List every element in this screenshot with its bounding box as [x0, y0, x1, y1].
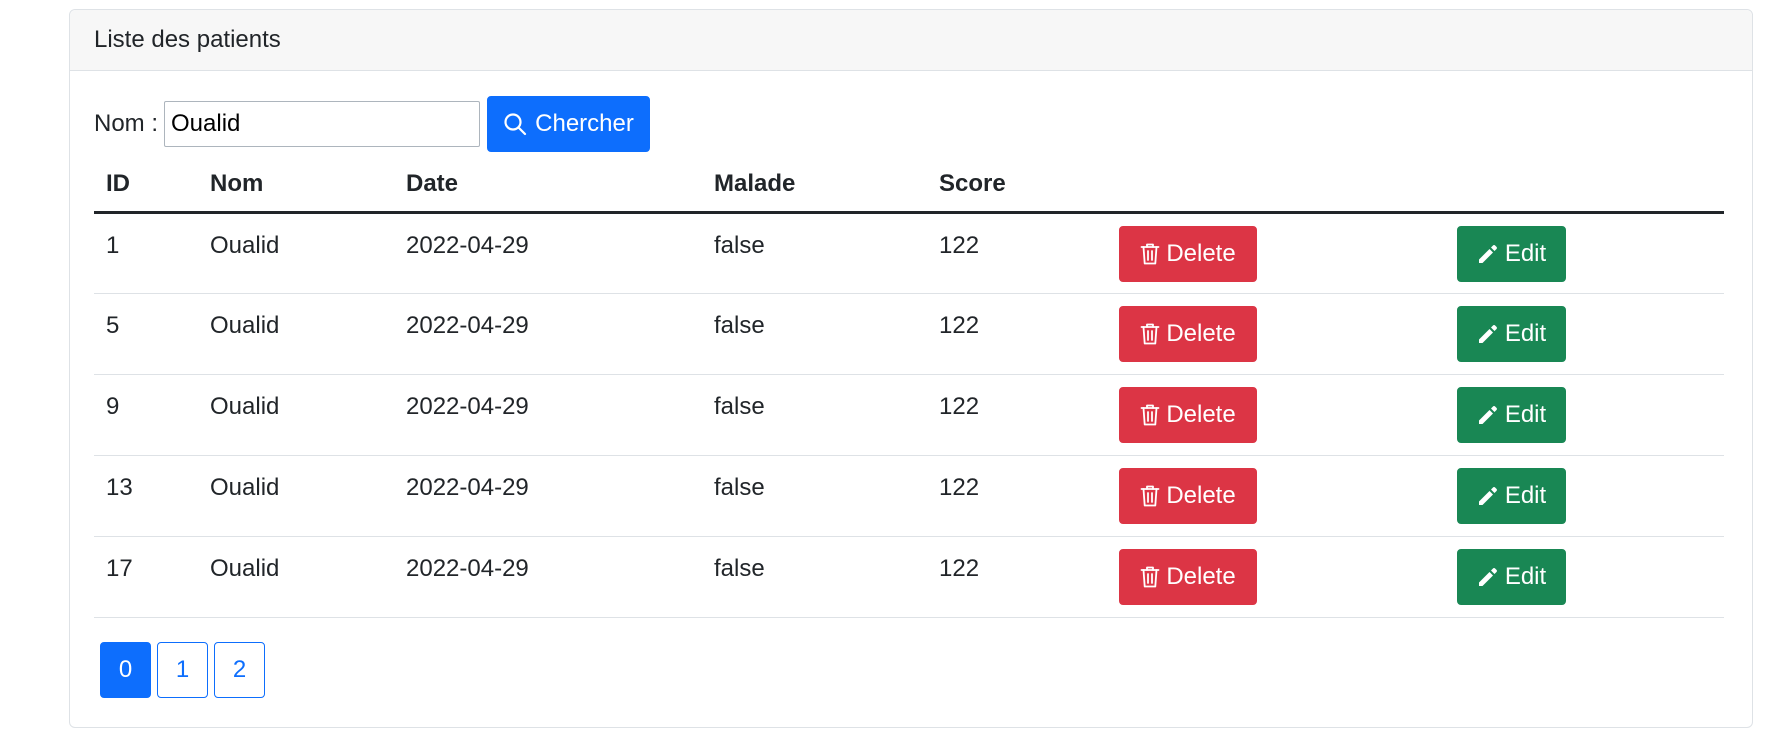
- edit-button-label: Edit: [1504, 400, 1547, 428]
- cell-delete: Delete: [1107, 374, 1445, 456]
- header-delete: [1107, 158, 1445, 214]
- pencil-icon: [1478, 405, 1497, 424]
- cell-nom: Oualid: [198, 293, 394, 375]
- pencil-icon: [1478, 486, 1497, 505]
- table-row: 17 Oualid 2022-04-29 false 122 Delete Edit: [94, 536, 1724, 618]
- edit-button-label: Edit: [1504, 319, 1547, 347]
- cell-id: 17: [94, 536, 198, 618]
- cell-delete: Delete: [1107, 536, 1445, 618]
- trash-icon: [1140, 404, 1160, 425]
- delete-button[interactable]: Delete: [1119, 467, 1257, 524]
- cell-malade: false: [702, 374, 927, 456]
- edit-button[interactable]: Edit: [1457, 305, 1566, 362]
- table-row: 13 Oualid 2022-04-29 false 122 Delete Edit: [94, 455, 1724, 537]
- delete-button[interactable]: Delete: [1119, 386, 1257, 443]
- delete-button-label: Delete: [1166, 562, 1236, 590]
- edit-button-label: Edit: [1504, 562, 1547, 590]
- pagination: 012: [100, 641, 1728, 698]
- edit-button[interactable]: Edit: [1457, 548, 1566, 605]
- cell-score: 122: [927, 455, 1107, 537]
- header-score: Score: [927, 158, 1107, 214]
- search-button-label: Chercher: [535, 110, 634, 137]
- cell-score: 122: [927, 374, 1107, 456]
- cell-edit: Edit: [1445, 293, 1724, 375]
- delete-button[interactable]: Delete: [1119, 305, 1257, 362]
- table-row: 5 Oualid 2022-04-29 false 122 Delete Edit: [94, 293, 1724, 375]
- pencil-icon: [1478, 567, 1497, 586]
- cell-nom: Oualid: [198, 374, 394, 456]
- edit-button[interactable]: Edit: [1457, 225, 1566, 282]
- cell-score: 122: [927, 293, 1107, 375]
- pencil-icon: [1478, 244, 1497, 263]
- page-button-1[interactable]: 1: [157, 641, 208, 698]
- cell-nom: Oualid: [198, 536, 394, 618]
- cell-id: 1: [94, 212, 198, 294]
- table-body: 1 Oualid 2022-04-29 false 122 Delete Edit 5 Oual…: [94, 212, 1724, 618]
- search-label: Nom :: [94, 110, 159, 137]
- cell-delete: Delete: [1107, 212, 1445, 294]
- cell-id: 5: [94, 293, 198, 375]
- card-header: Liste des patients: [70, 10, 1752, 71]
- page-button-2[interactable]: 2: [214, 641, 265, 698]
- header-date: Date: [394, 158, 702, 214]
- cell-malade: false: [702, 212, 927, 294]
- table-header-row: ID Nom Date Malade Score: [94, 158, 1724, 214]
- cell-malade: false: [702, 455, 927, 537]
- search-icon: [504, 113, 527, 136]
- delete-button-label: Delete: [1166, 319, 1236, 347]
- cell-date: 2022-04-29: [394, 212, 702, 294]
- delete-button[interactable]: Delete: [1119, 225, 1257, 282]
- edit-button-label: Edit: [1504, 239, 1547, 267]
- patients-card: Liste des patients Nom : Chercher ID Nom…: [69, 9, 1753, 728]
- delete-button-label: Delete: [1166, 239, 1236, 267]
- edit-button-label: Edit: [1504, 481, 1547, 509]
- cell-malade: false: [702, 293, 927, 375]
- trash-icon: [1140, 323, 1160, 344]
- header-edit: [1445, 158, 1724, 214]
- cell-date: 2022-04-29: [394, 536, 702, 618]
- trash-icon: [1140, 485, 1160, 506]
- header-nom: Nom: [198, 158, 394, 214]
- cell-score: 122: [927, 536, 1107, 618]
- trash-icon: [1140, 566, 1160, 587]
- card-body: Nom : Chercher ID Nom Date Malade Score: [70, 96, 1752, 698]
- delete-button-label: Delete: [1166, 481, 1236, 509]
- trash-icon: [1140, 243, 1160, 264]
- cell-edit: Edit: [1445, 374, 1724, 456]
- pencil-icon: [1478, 324, 1497, 343]
- delete-button-label: Delete: [1166, 400, 1236, 428]
- cell-date: 2022-04-29: [394, 455, 702, 537]
- delete-button[interactable]: Delete: [1119, 548, 1257, 605]
- header-id: ID: [94, 158, 198, 214]
- cell-date: 2022-04-29: [394, 374, 702, 456]
- cell-edit: Edit: [1445, 212, 1724, 294]
- edit-button[interactable]: Edit: [1457, 386, 1566, 443]
- cell-id: 13: [94, 455, 198, 537]
- header-malade: Malade: [702, 158, 927, 214]
- table-row: 9 Oualid 2022-04-29 false 122 Delete Edit: [94, 374, 1724, 456]
- patients-table: ID Nom Date Malade Score 1 Oualid 2022-04-…: [94, 158, 1724, 618]
- cell-id: 9: [94, 374, 198, 456]
- cell-nom: Oualid: [198, 212, 394, 294]
- cell-malade: false: [702, 536, 927, 618]
- edit-button[interactable]: Edit: [1457, 467, 1566, 524]
- cell-edit: Edit: [1445, 536, 1724, 618]
- page-button-0[interactable]: 0: [100, 641, 151, 698]
- card-title: Liste des patients: [94, 26, 281, 53]
- cell-delete: Delete: [1107, 455, 1445, 537]
- cell-score: 122: [927, 212, 1107, 294]
- cell-nom: Oualid: [198, 455, 394, 537]
- cell-date: 2022-04-29: [394, 293, 702, 375]
- table-row: 1 Oualid 2022-04-29 false 122 Delete Edit: [94, 212, 1724, 294]
- search-input[interactable]: [164, 101, 481, 147]
- search-form: Nom : Chercher: [94, 96, 1728, 152]
- search-button[interactable]: Chercher: [487, 96, 651, 152]
- cell-edit: Edit: [1445, 455, 1724, 537]
- cell-delete: Delete: [1107, 293, 1445, 375]
